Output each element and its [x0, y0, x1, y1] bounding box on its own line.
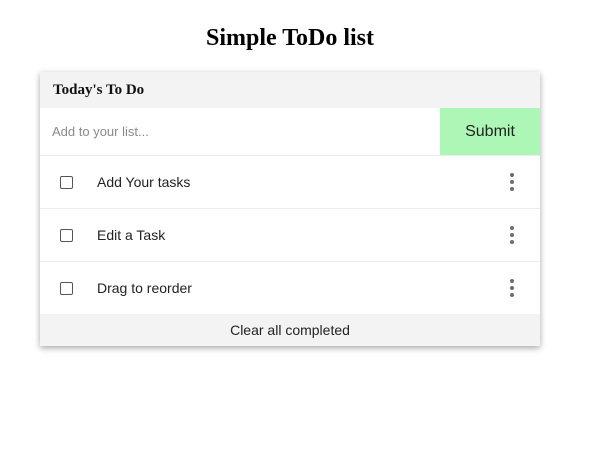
more-vertical-icon[interactable]	[502, 170, 522, 194]
more-vertical-icon[interactable]	[502, 223, 522, 247]
menu-dot	[510, 180, 514, 184]
todo-card: Today's To Do Submit Add Your tasks Edit…	[40, 72, 540, 346]
card-header-title: Today's To Do	[53, 81, 145, 98]
task-label: Drag to reorder	[97, 280, 192, 296]
task-label: Add Your tasks	[97, 174, 191, 190]
menu-dot	[510, 293, 514, 297]
menu-dot	[510, 226, 514, 230]
menu-dot	[510, 233, 514, 237]
submit-button[interactable]: Submit	[440, 108, 540, 155]
task-list: Add Your tasks Edit a Task Drag to reord…	[40, 156, 540, 314]
add-task-form: Submit	[40, 108, 540, 156]
task-checkbox[interactable]	[60, 281, 73, 295]
task-item[interactable]: Drag to reorder	[40, 262, 540, 314]
menu-dot	[510, 240, 514, 244]
card-footer: Clear all completed	[40, 314, 540, 346]
task-item[interactable]: Edit a Task	[40, 209, 540, 262]
task-item[interactable]: Add Your tasks	[40, 156, 540, 209]
menu-dot	[510, 286, 514, 290]
task-checkbox[interactable]	[60, 228, 73, 242]
card-header: Today's To Do	[40, 72, 540, 108]
menu-dot	[510, 173, 514, 177]
task-label: Edit a Task	[97, 227, 166, 243]
task-checkbox[interactable]	[60, 175, 73, 189]
menu-dot	[510, 279, 514, 283]
more-vertical-icon[interactable]	[502, 276, 522, 300]
clear-completed-button[interactable]: Clear all completed	[230, 322, 350, 338]
page-title: Simple ToDo list	[205, 25, 375, 51]
add-task-input[interactable]	[40, 108, 440, 155]
menu-dot	[510, 187, 514, 191]
